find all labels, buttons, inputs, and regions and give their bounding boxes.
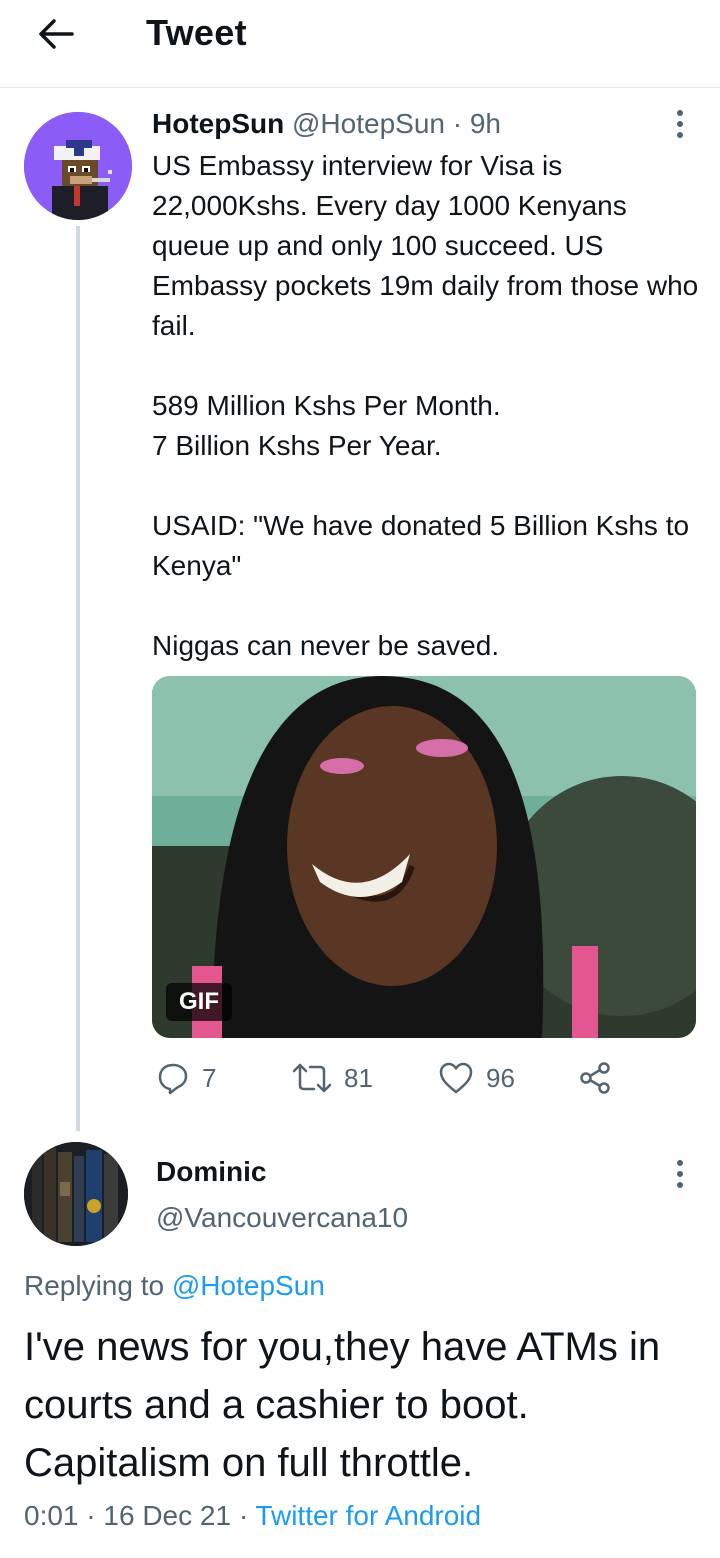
meta-separator: · <box>238 1500 249 1531</box>
retweet-count: 81 <box>344 1062 373 1093</box>
tweet-author-line: HotepSun @HotepSun · 9h <box>152 108 501 140</box>
reply-more-button[interactable] <box>664 1158 696 1190</box>
more-icon <box>677 110 683 138</box>
gif-badge: GIF <box>166 983 232 1021</box>
reply-author-display-name[interactable]: Dominic <box>156 1156 266 1188</box>
reply-author-handle[interactable]: @Vancouvercana10 <box>156 1202 408 1234</box>
retweet-button[interactable]: 81 <box>292 1058 373 1098</box>
tweet-gif-media[interactable]: GIF <box>152 676 696 1038</box>
gif-photo-image <box>152 676 696 1038</box>
reply-avatar[interactable] <box>24 1142 128 1246</box>
avatar[interactable] <box>24 112 132 220</box>
reply-button[interactable]: 7 <box>156 1058 216 1098</box>
reply-time: 0:01 <box>24 1500 79 1531</box>
thread-connector-line <box>76 226 80 1131</box>
replying-to-label: Replying to <box>24 1270 165 1301</box>
reply-count: 7 <box>202 1062 217 1093</box>
replying-to-line: Replying to @HotepSun <box>24 1270 325 1302</box>
author-handle[interactable]: @HotepSun <box>292 108 445 139</box>
pixel-art-avatar-image <box>24 112 132 220</box>
tweet-text: US Embassy interview for Visa is 22,000K… <box>152 150 699 661</box>
tweet-more-button[interactable] <box>664 108 696 140</box>
reply-icon <box>158 1063 188 1095</box>
back-button[interactable] <box>34 14 78 54</box>
reply-date: 16 Dec 21 <box>103 1500 232 1531</box>
meta-separator: · <box>452 108 463 139</box>
author-display-name[interactable]: HotepSun <box>152 108 284 139</box>
top-app-bar: Tweet <box>0 0 720 88</box>
reply-timestamp-line: 0:01 · 16 Dec 21 · Twitter for Android <box>24 1500 481 1532</box>
arrow-left-icon <box>39 19 74 49</box>
reply-text: I've news for you,they have ATMs in cour… <box>24 1325 661 1485</box>
bookshelf-avatar-image <box>24 1142 128 1246</box>
retweet-icon <box>292 1063 332 1093</box>
like-icon <box>439 1062 473 1094</box>
share-icon <box>580 1062 610 1094</box>
tweet-time[interactable]: 9h <box>470 108 501 139</box>
page-title: Tweet <box>146 12 247 53</box>
reply-source-link[interactable]: Twitter for Android <box>255 1500 481 1531</box>
replying-to-mention[interactable]: @HotepSun <box>172 1270 325 1301</box>
like-button[interactable]: 96 <box>438 1058 515 1098</box>
share-button[interactable] <box>578 1058 612 1098</box>
more-icon <box>677 1160 683 1188</box>
meta-separator: · <box>86 1500 96 1531</box>
like-count: 96 <box>486 1062 515 1093</box>
